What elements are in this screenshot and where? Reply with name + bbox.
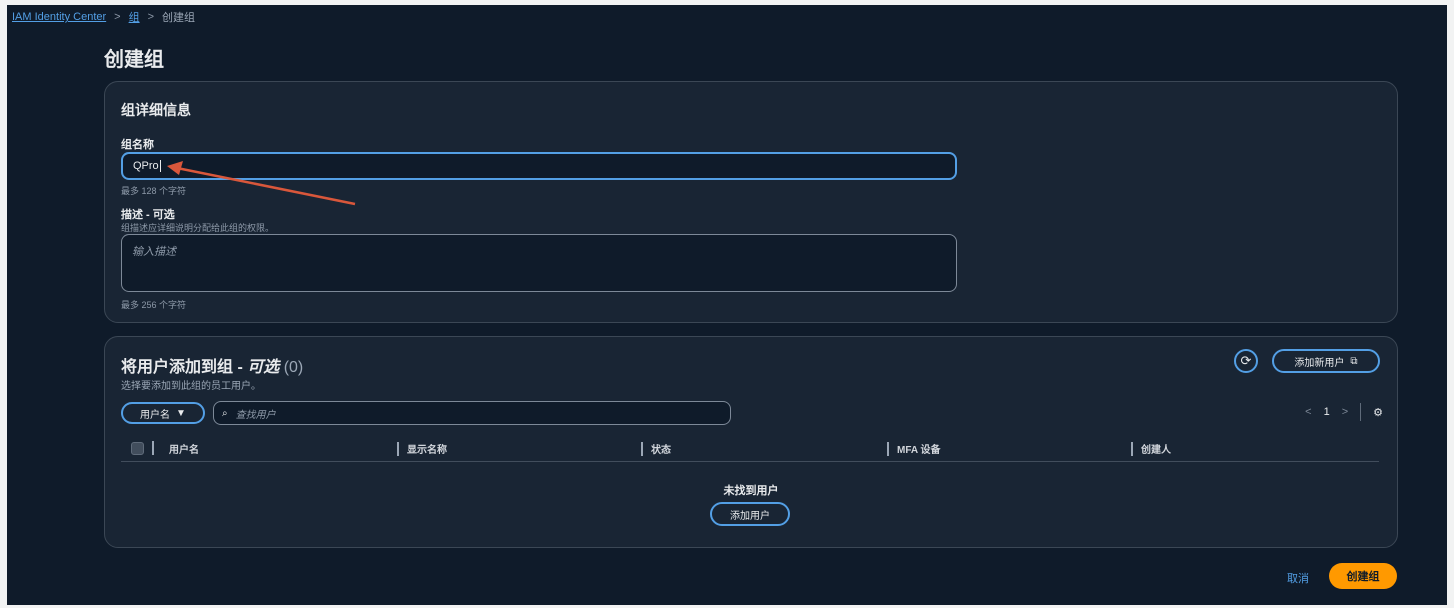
page-title: 创建组: [104, 49, 164, 71]
pager-divider: [1360, 403, 1362, 421]
breadcrumb-root-link[interactable]: IAM Identity Center: [12, 11, 106, 23]
column-label: 显示名称: [407, 445, 447, 456]
table-header: 用户名 显示名称 状态 MFA 设备 创建人: [121, 433, 1379, 462]
group-name-input[interactable]: QPro: [121, 152, 957, 180]
search-users-input[interactable]: ⌕ 查找用户: [213, 401, 731, 425]
search-icon: ⌕: [222, 407, 228, 419]
description-textarea[interactable]: 输入描述: [121, 234, 957, 292]
external-link-icon: ⧉: [1350, 355, 1358, 367]
breadcrumb-separator: >: [147, 11, 155, 23]
caret-down-icon: ▼: [176, 407, 186, 419]
breadcrumb: IAM Identity Center > 组 > 创建组: [12, 9, 195, 25]
column-header-mfa[interactable]: MFA 设备: [887, 441, 941, 456]
group-name-hint: 最多 128 个字符: [121, 186, 187, 196]
filter-label: 用户名: [140, 409, 171, 421]
column-header-created-by[interactable]: 创建人: [1131, 441, 1171, 456]
gear-icon[interactable]: ⚙: [1373, 406, 1383, 419]
console-frame: IAM Identity Center > 组 > 创建组 创建组 组详细信息 …: [7, 5, 1447, 605]
breadcrumb-current: 创建组: [162, 12, 196, 24]
column-header-username[interactable]: 用户名: [169, 441, 199, 456]
add-user-button[interactable]: 添加用户: [710, 502, 790, 526]
section-title-prefix: 将用户添加到组 -: [121, 359, 248, 376]
description-help: 组描述应详细说明分配给此组的权限。: [121, 223, 275, 233]
description-label: 描述 - 可选: [121, 209, 175, 221]
column-divider: [641, 441, 643, 456]
description-hint: 最多 256 个字符: [121, 300, 187, 310]
column-divider: [397, 441, 399, 456]
column-divider: [1131, 441, 1133, 456]
add-users-card: 将用户添加到组 - 可选 (0) 选择要添加到此组的员工用户。 ⟳ 添加新用户 …: [104, 336, 1398, 548]
group-name-value: QPro: [133, 160, 159, 172]
column-header-status[interactable]: 状态: [641, 441, 671, 456]
prev-page-button[interactable]: <: [1305, 406, 1311, 418]
column-label: 用户名: [169, 445, 199, 456]
current-page[interactable]: 1: [1324, 406, 1330, 418]
select-all-header: [131, 441, 154, 455]
column-label: 创建人: [1141, 445, 1171, 456]
text-caret: [159, 160, 161, 172]
column-divider: [152, 441, 154, 455]
column-label: 状态: [651, 445, 671, 456]
select-all-checkbox[interactable]: [131, 441, 144, 455]
section-title: 将用户添加到组 - 可选 (0): [121, 353, 303, 377]
refresh-button[interactable]: ⟳: [1234, 349, 1258, 373]
property-filter-select[interactable]: 用户名 ▼: [121, 402, 205, 424]
pagination: < 1 > ⚙: [1305, 403, 1383, 421]
breadcrumb-groups-link[interactable]: 组: [129, 9, 140, 25]
section-subtitle: 选择要添加到此组的员工用户。: [121, 381, 261, 392]
group-name-label: 组名称: [121, 139, 154, 151]
empty-state-title: 未找到用户: [723, 485, 779, 497]
create-group-button[interactable]: 创建组: [1329, 563, 1397, 589]
cancel-button[interactable]: 取消: [1287, 570, 1309, 586]
section-title-count: (0): [283, 359, 304, 376]
search-placeholder: 查找用户: [235, 409, 276, 421]
next-page-button[interactable]: >: [1342, 406, 1348, 418]
breadcrumb-separator: >: [114, 11, 121, 23]
column-divider: [887, 441, 889, 456]
refresh-icon: ⟳: [1240, 353, 1252, 368]
group-details-card: 组详细信息 组名称 QPro 最多 128 个字符 描述 - 可选 组描述应详细…: [104, 81, 1398, 323]
column-label: MFA 设备: [897, 445, 941, 456]
section-title-optional: 可选: [247, 359, 280, 376]
description-placeholder: 输入描述: [132, 246, 176, 258]
add-user-label: 添加用户: [730, 510, 770, 522]
add-new-user-button[interactable]: 添加新用户 ⧉: [1272, 349, 1380, 373]
card-title: 组详细信息: [121, 102, 191, 118]
add-new-user-label: 添加新用户: [1294, 357, 1345, 369]
column-header-display-name[interactable]: 显示名称: [397, 441, 447, 456]
